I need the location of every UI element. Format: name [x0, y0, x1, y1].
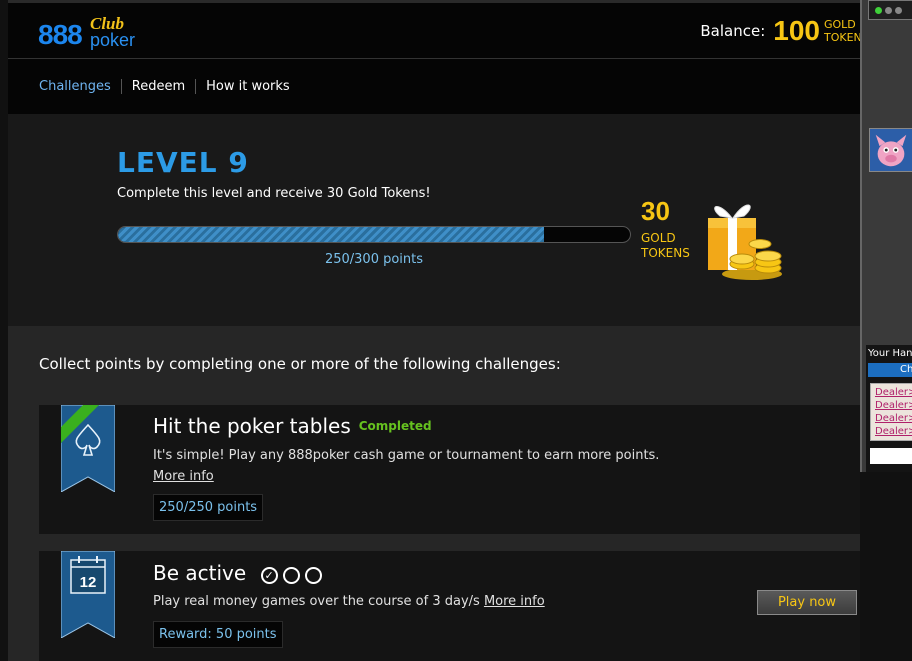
- level-progress-text: 250/300 points: [324, 252, 424, 267]
- balance-display: Balance: 100 GOLD TOKENS: [700, 13, 860, 49]
- level-title: LEVEL 9: [117, 146, 249, 179]
- app-window: 888 Club poker Balance: 100 GOLD TOKENS …: [0, 0, 912, 661]
- play-now-button[interactable]: Play now: [757, 590, 857, 615]
- level-progress-fill: [118, 227, 545, 242]
- more-info-wrap: More info: [153, 469, 214, 484]
- calendar-ribbon-icon: 12: [61, 551, 115, 638]
- header: 888 Club poker Balance: 100 GOLD TOKENS: [8, 0, 860, 58]
- balance-amount: 100: [773, 15, 820, 46]
- reward-unit: GOLD TOKENS: [641, 231, 690, 260]
- more-info-link[interactable]: More info: [153, 469, 214, 484]
- log-line[interactable]: Dealer>: [875, 412, 912, 425]
- reward-amount: 30: [641, 196, 670, 226]
- day-empty-icon: [282, 567, 300, 584]
- calendar-day: 12: [80, 574, 97, 591]
- day-empty-icon: [304, 567, 322, 584]
- challenge-title-text: Hit the poker tables: [153, 414, 351, 438]
- reward-badge: Reward: 50 points: [153, 621, 283, 648]
- challenge-description: It's simple! Play any 888poker cash game…: [153, 448, 660, 463]
- balance-label: Balance:: [700, 22, 766, 40]
- tab-challenges[interactable]: Challenges: [39, 79, 121, 94]
- log-line[interactable]: Dealer>: [875, 386, 912, 399]
- chat-tab[interactable]: Ch: [868, 363, 912, 377]
- tab-redeem[interactable]: Redeem: [120, 79, 195, 94]
- dealer-log: Dealer> Dealer> Dealer> Dealer>: [870, 383, 912, 441]
- log-line[interactable]: Dealer>: [875, 425, 912, 438]
- chat-input[interactable]: [870, 448, 912, 464]
- challenge-card: 12 Be active ✓ Play real money games ove…: [39, 551, 860, 661]
- challenge-card: Hit the poker tables Completed It's simpl…: [39, 405, 860, 534]
- status-dot-icon: [885, 7, 892, 14]
- challenge-description-row: Play real money games over the course of…: [153, 594, 545, 609]
- challenge-title: Be active ✓: [153, 561, 322, 585]
- challenges-intro: Collect points by completing one or more…: [39, 355, 561, 373]
- logo-888: 888: [38, 19, 83, 50]
- gift-coins-icon: [708, 204, 782, 280]
- day-checked-icon: ✓: [260, 567, 278, 584]
- your-hand-label: Your Hand: [868, 348, 912, 359]
- player-avatar[interactable]: [869, 128, 912, 172]
- balance-unit: GOLD TOKENS: [824, 18, 860, 44]
- status-dot-icon: [895, 7, 902, 14]
- challenge-description: Play real money games over the course of…: [153, 594, 480, 609]
- day-progress: ✓: [260, 567, 322, 584]
- window-controls: [868, 0, 912, 20]
- challenge-title-text: Be active: [153, 561, 247, 585]
- points-badge: 250/250 points: [153, 494, 264, 521]
- level-panel: LEVEL 9 Complete this level and receive …: [8, 114, 860, 326]
- status-dot-icon: [875, 7, 882, 14]
- spade-ribbon-icon: [61, 405, 115, 492]
- level-progress-bar: [117, 226, 631, 243]
- poker-table-window: Your Hand Ch Dealer> Dealer> Dealer> Dea…: [860, 0, 912, 472]
- club-888-logo: 888 Club poker: [38, 13, 148, 53]
- level-description: Complete this level and receive 30 Gold …: [117, 186, 431, 201]
- nav-bar: Challenges Redeem How it works: [8, 58, 860, 114]
- logo-poker: poker: [90, 30, 136, 50]
- completed-badge: Completed: [358, 419, 432, 433]
- challenge-title: Hit the poker tables Completed: [153, 414, 432, 438]
- tab-how-it-works[interactable]: How it works: [195, 79, 300, 94]
- club-panel: 888 Club poker Balance: 100 GOLD TOKENS …: [8, 0, 860, 661]
- chat-panel: Your Hand Ch Dealer> Dealer> Dealer> Dea…: [866, 345, 912, 472]
- log-line[interactable]: Dealer>: [875, 399, 912, 412]
- more-info-link[interactable]: More info: [484, 594, 545, 609]
